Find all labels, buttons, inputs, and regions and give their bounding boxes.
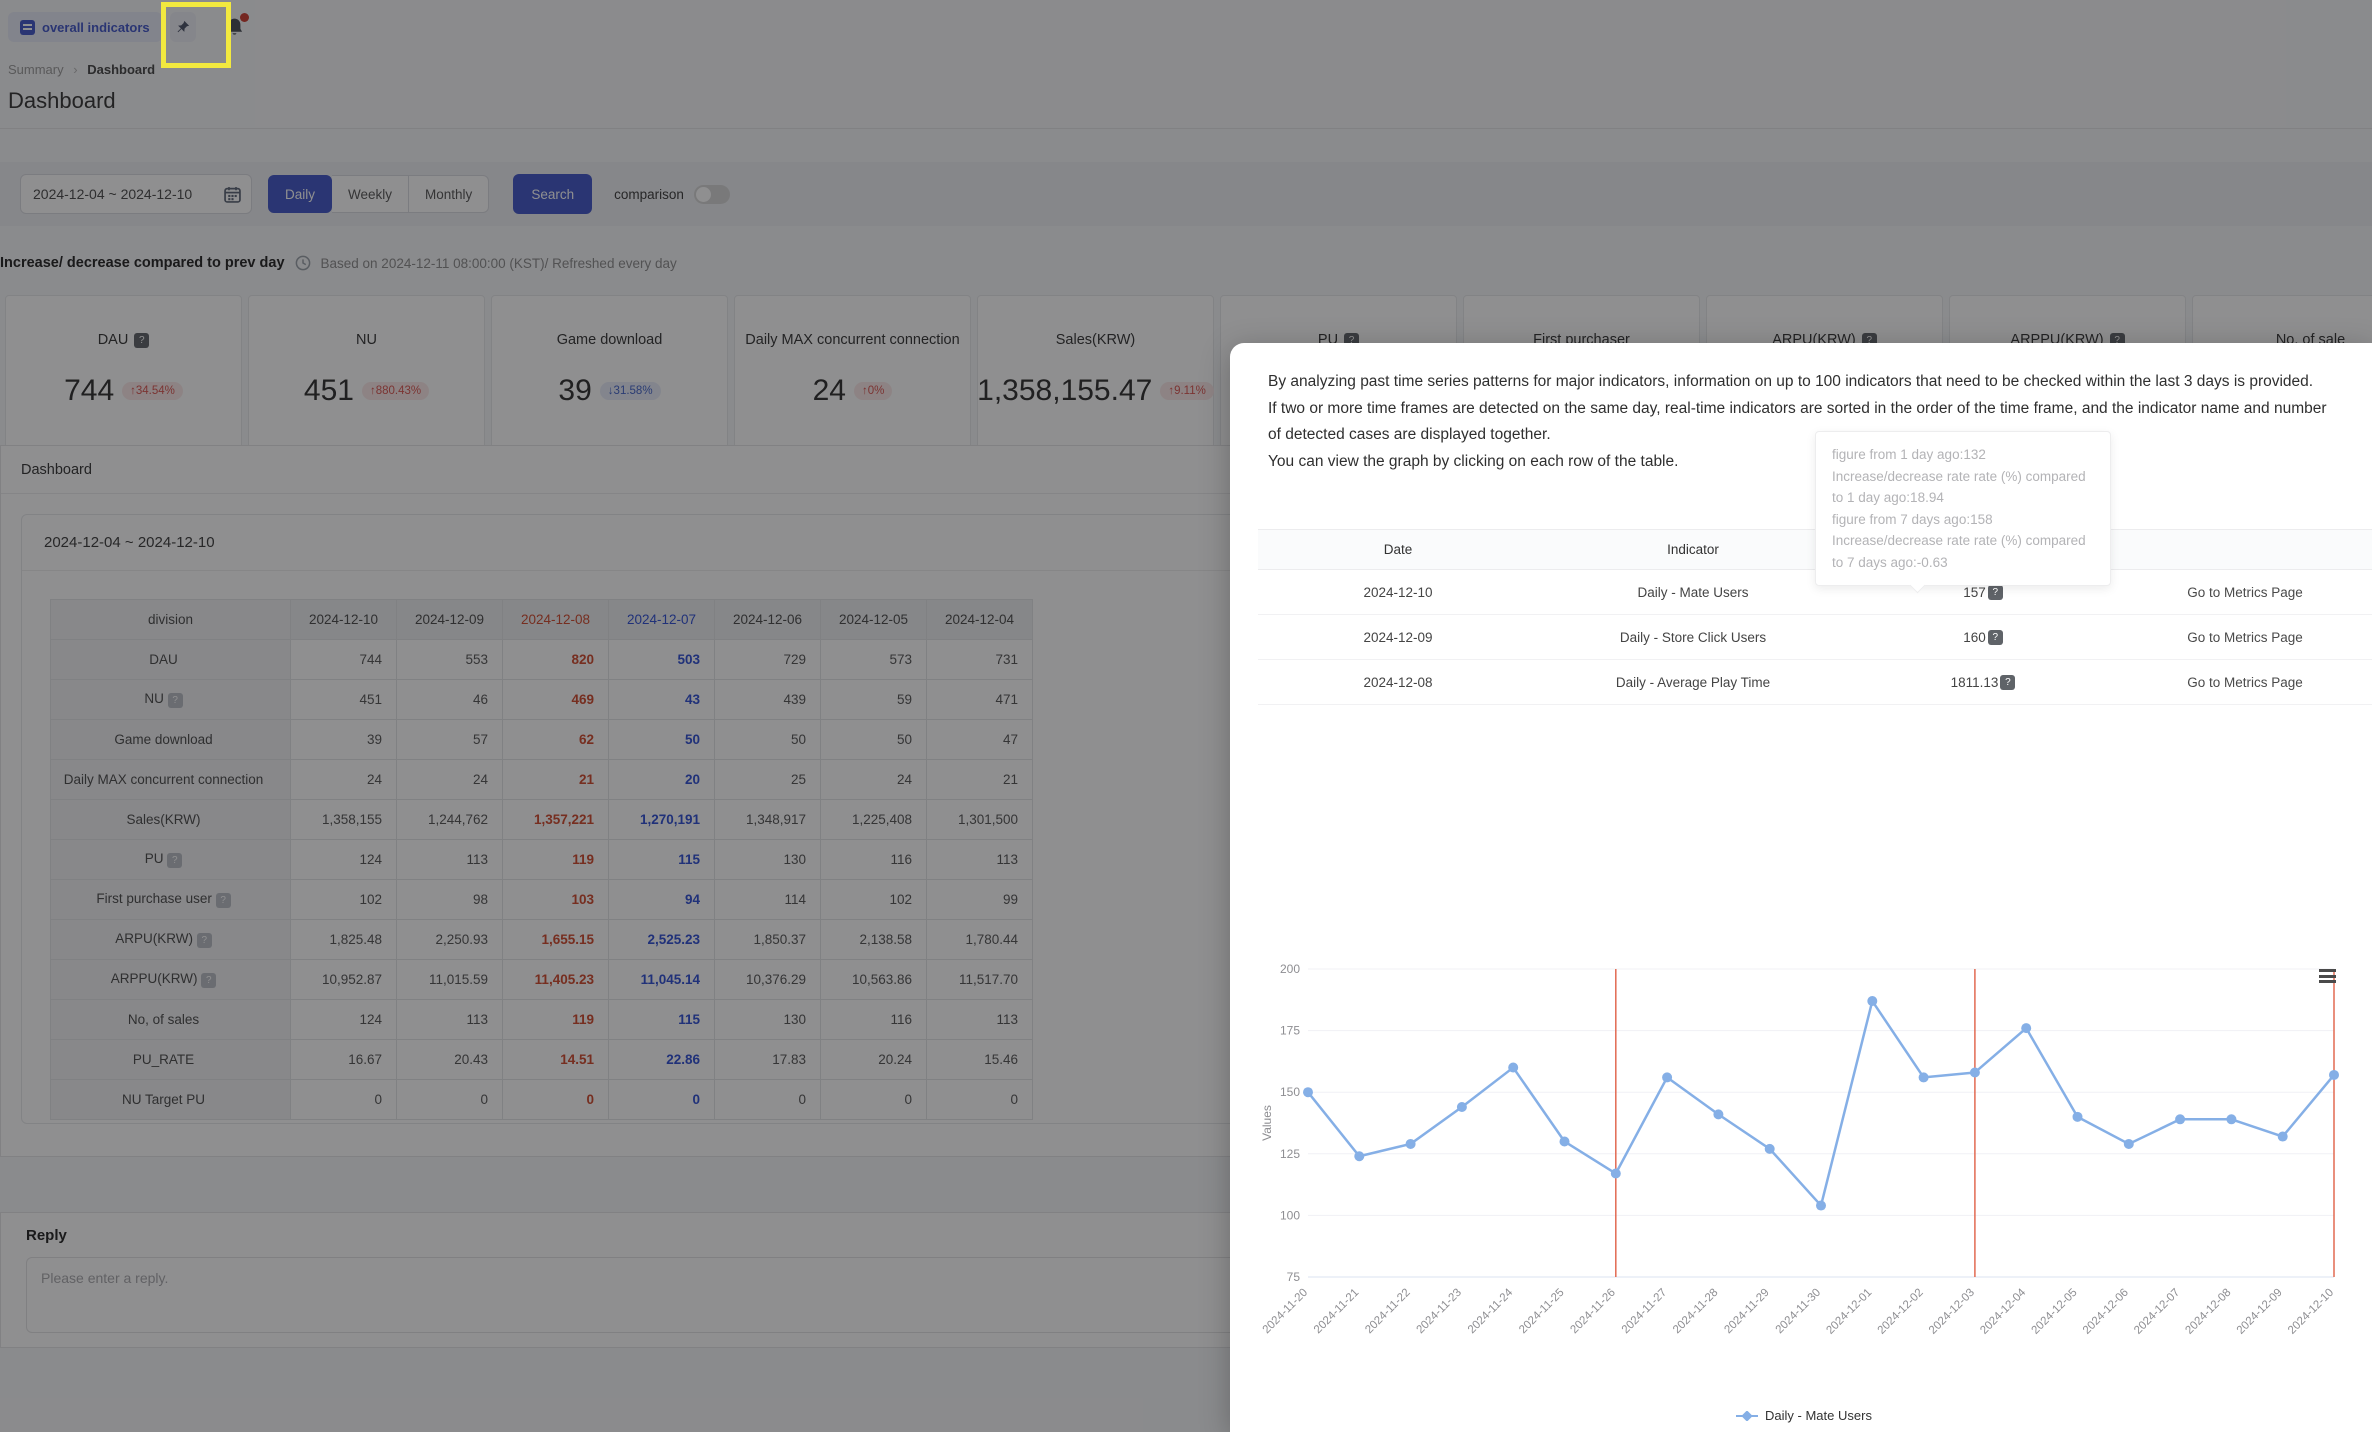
svg-text:2024-11-26: 2024-11-26 — [1568, 1287, 1617, 1336]
svg-text:2024-11-27: 2024-11-27 — [1620, 1287, 1669, 1336]
anomaly-link-cell: Go to Metrics Page — [2118, 614, 2372, 660]
svg-text:2024-11-29: 2024-11-29 — [1722, 1287, 1771, 1336]
svg-text:2024-11-22: 2024-11-22 — [1363, 1287, 1412, 1336]
annotation-highlight-box — [161, 2, 231, 68]
svg-text:175: 175 — [1280, 1024, 1300, 1038]
svg-text:2024-11-20: 2024-11-20 — [1261, 1287, 1310, 1336]
anomaly-indicator-cell: Daily - Store Click Users — [1538, 614, 1848, 660]
legend-series-label: Daily - Mate Users — [1765, 1408, 1872, 1423]
go-to-metrics-link[interactable]: Go to Metrics Page — [2187, 675, 2303, 690]
svg-text:Values: Values — [1260, 1105, 1274, 1141]
anomaly-indicator-cell: Daily - Mate Users — [1538, 569, 1848, 615]
anomaly-link-cell: Go to Metrics Page — [2118, 659, 2372, 705]
svg-text:2024-11-25: 2024-11-25 — [1517, 1287, 1566, 1336]
svg-text:2024-11-21: 2024-11-21 — [1312, 1287, 1361, 1336]
line-chart: 75 100 125 150 175 200 Values 2024-11-20 2024-11… — [1258, 951, 2350, 1423]
modal-description-line: If two or more time frames are detected … — [1268, 399, 2327, 444]
svg-text:150: 150 — [1280, 1085, 1300, 1099]
anomaly-value: 1811.13? — [1950, 674, 2016, 690]
go-to-metrics-link[interactable]: Go to Metrics Page — [2187, 630, 2303, 645]
svg-text:2024-11-24: 2024-11-24 — [1466, 1286, 1516, 1336]
svg-text:2024-12-07: 2024-12-07 — [2132, 1287, 2182, 1337]
anomaly-table-col-header: Date — [1258, 529, 1538, 570]
svg-text:2024-12-08: 2024-12-08 — [2183, 1287, 2233, 1337]
tooltip-line: figure from 7 days ago:158 — [1832, 511, 1993, 527]
modal-description: By analyzing past time series patterns f… — [1268, 369, 2336, 475]
go-to-metrics-link[interactable]: Go to Metrics Page — [2187, 585, 2303, 600]
anomaly-value-cell: 160? — [1848, 614, 2118, 660]
anomaly-detection-modal: By analyzing past time series patterns f… — [1230, 343, 2372, 1432]
svg-text:2024-11-30: 2024-11-30 — [1774, 1287, 1823, 1336]
svg-text:2024-12-05: 2024-12-05 — [2030, 1287, 2080, 1337]
chart-canvas[interactable]: 75100125150175200Values2024-11-20 2024-11… — [1258, 951, 2350, 1399]
anomaly-value: 157? — [1963, 584, 2003, 600]
help-question-icon[interactable]: ? — [1987, 584, 2003, 600]
anomaly-table-col-header — [2118, 529, 2372, 570]
modal-description-line: By analyzing past time series patterns f… — [1268, 373, 2314, 390]
svg-text:2024-12-02: 2024-12-02 — [1876, 1287, 1926, 1337]
anomaly-value-text: 157 — [1963, 584, 1986, 600]
svg-text:2024-12-06: 2024-12-06 — [2081, 1287, 2131, 1337]
anomaly-indicator-cell: Daily - Average Play Time — [1538, 659, 1848, 705]
svg-text:75: 75 — [1287, 1270, 1301, 1284]
anomaly-date-cell: 2024-12-10 — [1258, 569, 1538, 615]
legend-marker-icon — [1736, 1410, 1759, 1421]
svg-text:2024-12-01: 2024-12-01 — [1824, 1287, 1874, 1337]
tooltip-line: figure from 1 day ago:132 — [1832, 447, 1986, 462]
svg-text:2024-12-09: 2024-12-09 — [2235, 1287, 2285, 1337]
anomaly-date-cell: 2024-12-08 — [1258, 659, 1538, 705]
anomaly-date-cell: 2024-12-09 — [1258, 614, 1538, 660]
value-tooltip: figure from 1 day ago:132 Increase/decrea… — [1815, 431, 2111, 586]
modal-description-line: You can view the graph by clicking on ea… — [1268, 452, 1679, 470]
help-question-icon[interactable]: ? — [2000, 674, 2016, 690]
page-root: overall indicators Summary › Dashboard D… — [0, 0, 2372, 1432]
svg-text:125: 125 — [1280, 1147, 1300, 1161]
anomaly-link-cell: Go to Metrics Page — [2118, 569, 2372, 615]
svg-text:2024-11-28: 2024-11-28 — [1671, 1287, 1720, 1336]
svg-text:200: 200 — [1280, 962, 1300, 976]
svg-text:2024-12-10: 2024-12-10 — [2286, 1287, 2336, 1337]
anomaly-value-text: 1811.13 — [1950, 674, 1999, 690]
svg-text:2024-11-23: 2024-11-23 — [1415, 1287, 1464, 1336]
anomaly-table-row[interactable]: 2024-12-08 Daily - Average Play Time 1811.… — [1258, 659, 2372, 705]
help-question-icon[interactable]: ? — [1987, 629, 2003, 645]
anomaly-value-cell: 1811.13? — [1848, 659, 2118, 705]
anomaly-value: 160? — [1963, 629, 2003, 645]
chart-menu-icon[interactable] — [2319, 969, 2336, 986]
tooltip-line: Increase/decrease rate rate (%) compared… — [1832, 468, 2086, 506]
anomaly-table-col-header: Indicator — [1538, 529, 1848, 570]
chart-legend[interactable]: Daily - Mate Users — [1258, 1408, 2350, 1423]
svg-text:2024-12-04: 2024-12-04 — [1978, 1286, 2029, 1337]
svg-text:2024-12-03: 2024-12-03 — [1927, 1287, 1977, 1337]
anomaly-table-row[interactable]: 2024-12-09 Daily - Store Click Users 160? G… — [1258, 614, 2372, 660]
anomaly-value-text: 160 — [1963, 629, 1986, 645]
svg-text:100: 100 — [1280, 1208, 1300, 1222]
tooltip-line: Increase/decrease rate rate (%) compared… — [1832, 533, 2086, 570]
